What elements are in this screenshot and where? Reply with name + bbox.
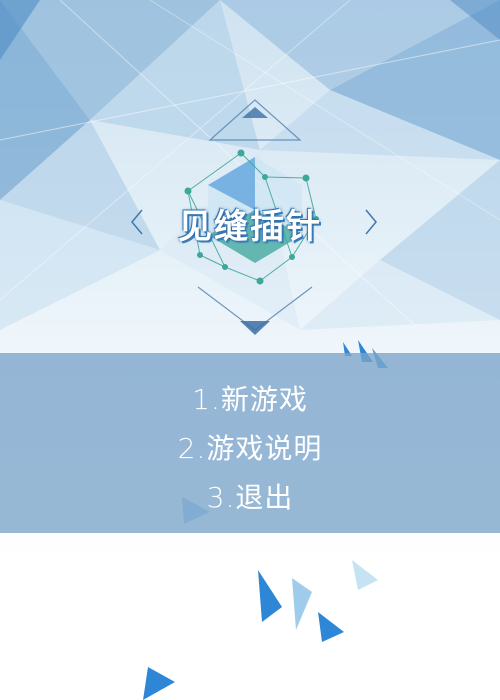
chevron-left-icon[interactable] xyxy=(128,208,148,236)
chevron-right-icon[interactable] xyxy=(360,208,380,236)
game-title: 见缝插针 xyxy=(178,207,322,247)
menu-item-instructions[interactable]: 2.游戏说明 xyxy=(0,427,500,467)
game-start-screen: 见缝插针 1.新游戏 2.游戏说明 3.退出 xyxy=(0,0,500,700)
menu-item-exit[interactable]: 3.退出 xyxy=(0,476,500,516)
menu-item-new-game[interactable]: 1.新游戏 xyxy=(0,378,500,418)
